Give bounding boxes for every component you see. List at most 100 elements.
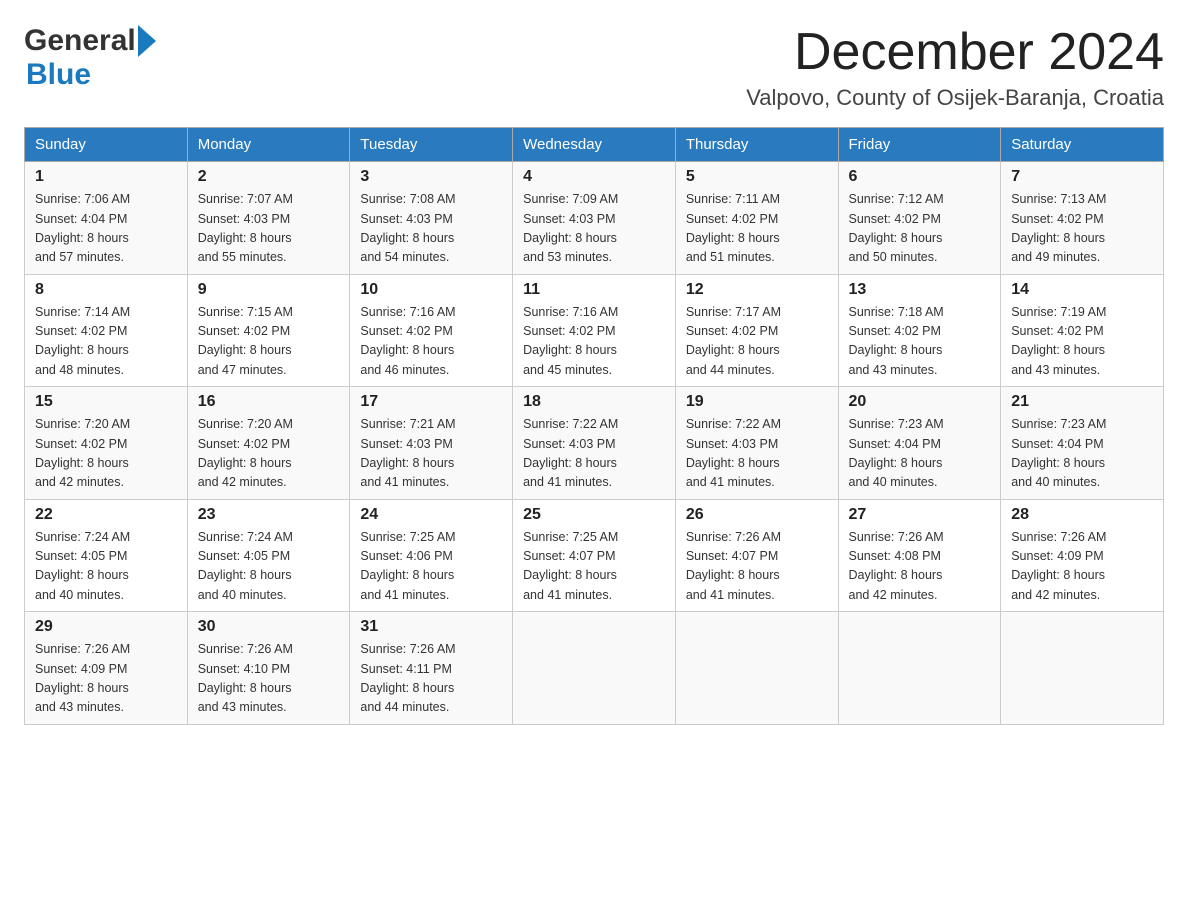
- day-number: 4: [523, 168, 665, 186]
- calendar-cell: 18 Sunrise: 7:22 AM Sunset: 4:03 PM Dayl…: [513, 387, 676, 500]
- day-info: Sunrise: 7:11 AM Sunset: 4:02 PM Dayligh…: [686, 190, 828, 268]
- calendar-cell: 7 Sunrise: 7:13 AM Sunset: 4:02 PM Dayli…: [1001, 162, 1164, 275]
- logo-general-text: General: [24, 24, 136, 58]
- day-info: Sunrise: 7:26 AM Sunset: 4:09 PM Dayligh…: [35, 640, 177, 718]
- calendar-cell: 30 Sunrise: 7:26 AM Sunset: 4:10 PM Dayl…: [187, 612, 350, 725]
- calendar-cell: [513, 612, 676, 725]
- calendar-cell: 12 Sunrise: 7:17 AM Sunset: 4:02 PM Dayl…: [675, 274, 838, 387]
- calendar-cell: 25 Sunrise: 7:25 AM Sunset: 4:07 PM Dayl…: [513, 499, 676, 612]
- calendar-cell: 16 Sunrise: 7:20 AM Sunset: 4:02 PM Dayl…: [187, 387, 350, 500]
- day-info: Sunrise: 7:24 AM Sunset: 4:05 PM Dayligh…: [198, 528, 340, 606]
- day-number: 16: [198, 393, 340, 411]
- day-info: Sunrise: 7:14 AM Sunset: 4:02 PM Dayligh…: [35, 303, 177, 381]
- calendar-cell: 5 Sunrise: 7:11 AM Sunset: 4:02 PM Dayli…: [675, 162, 838, 275]
- day-info: Sunrise: 7:08 AM Sunset: 4:03 PM Dayligh…: [360, 190, 502, 268]
- week-row-5: 29 Sunrise: 7:26 AM Sunset: 4:09 PM Dayl…: [25, 612, 1164, 725]
- day-info: Sunrise: 7:13 AM Sunset: 4:02 PM Dayligh…: [1011, 190, 1153, 268]
- day-number: 13: [849, 281, 991, 299]
- day-number: 31: [360, 618, 502, 636]
- day-info: Sunrise: 7:22 AM Sunset: 4:03 PM Dayligh…: [686, 415, 828, 493]
- day-number: 14: [1011, 281, 1153, 299]
- calendar-cell: 22 Sunrise: 7:24 AM Sunset: 4:05 PM Dayl…: [25, 499, 188, 612]
- calendar-cell: 24 Sunrise: 7:25 AM Sunset: 4:06 PM Dayl…: [350, 499, 513, 612]
- day-info: Sunrise: 7:25 AM Sunset: 4:06 PM Dayligh…: [360, 528, 502, 606]
- day-number: 20: [849, 393, 991, 411]
- calendar-cell: 17 Sunrise: 7:21 AM Sunset: 4:03 PM Dayl…: [350, 387, 513, 500]
- day-number: 21: [1011, 393, 1153, 411]
- day-number: 6: [849, 168, 991, 186]
- day-number: 30: [198, 618, 340, 636]
- calendar-cell: [675, 612, 838, 725]
- day-info: Sunrise: 7:16 AM Sunset: 4:02 PM Dayligh…: [523, 303, 665, 381]
- day-number: 17: [360, 393, 502, 411]
- day-number: 25: [523, 506, 665, 524]
- calendar-cell: 27 Sunrise: 7:26 AM Sunset: 4:08 PM Dayl…: [838, 499, 1001, 612]
- day-info: Sunrise: 7:07 AM Sunset: 4:03 PM Dayligh…: [198, 190, 340, 268]
- weekday-header-sunday: Sunday: [25, 128, 188, 162]
- day-info: Sunrise: 7:23 AM Sunset: 4:04 PM Dayligh…: [1011, 415, 1153, 493]
- day-info: Sunrise: 7:26 AM Sunset: 4:09 PM Dayligh…: [1011, 528, 1153, 606]
- calendar-cell: 23 Sunrise: 7:24 AM Sunset: 4:05 PM Dayl…: [187, 499, 350, 612]
- day-number: 18: [523, 393, 665, 411]
- calendar-cell: 1 Sunrise: 7:06 AM Sunset: 4:04 PM Dayli…: [25, 162, 188, 275]
- day-number: 27: [849, 506, 991, 524]
- day-number: 7: [1011, 168, 1153, 186]
- day-info: Sunrise: 7:25 AM Sunset: 4:07 PM Dayligh…: [523, 528, 665, 606]
- day-number: 1: [35, 168, 177, 186]
- weekday-header-row: SundayMondayTuesdayWednesdayThursdayFrid…: [25, 128, 1164, 162]
- weekday-header-thursday: Thursday: [675, 128, 838, 162]
- day-info: Sunrise: 7:26 AM Sunset: 4:11 PM Dayligh…: [360, 640, 502, 718]
- calendar-cell: 21 Sunrise: 7:23 AM Sunset: 4:04 PM Dayl…: [1001, 387, 1164, 500]
- calendar-cell: 10 Sunrise: 7:16 AM Sunset: 4:02 PM Dayl…: [350, 274, 513, 387]
- calendar-cell: 9 Sunrise: 7:15 AM Sunset: 4:02 PM Dayli…: [187, 274, 350, 387]
- day-number: 28: [1011, 506, 1153, 524]
- month-title: December 2024: [746, 24, 1164, 81]
- day-number: 3: [360, 168, 502, 186]
- calendar-cell: 20 Sunrise: 7:23 AM Sunset: 4:04 PM Dayl…: [838, 387, 1001, 500]
- calendar-cell: 14 Sunrise: 7:19 AM Sunset: 4:02 PM Dayl…: [1001, 274, 1164, 387]
- day-info: Sunrise: 7:26 AM Sunset: 4:08 PM Dayligh…: [849, 528, 991, 606]
- calendar-cell: 6 Sunrise: 7:12 AM Sunset: 4:02 PM Dayli…: [838, 162, 1001, 275]
- weekday-header-friday: Friday: [838, 128, 1001, 162]
- day-info: Sunrise: 7:22 AM Sunset: 4:03 PM Dayligh…: [523, 415, 665, 493]
- calendar-cell: 13 Sunrise: 7:18 AM Sunset: 4:02 PM Dayl…: [838, 274, 1001, 387]
- logo: General Blue: [24, 24, 156, 92]
- week-row-4: 22 Sunrise: 7:24 AM Sunset: 4:05 PM Dayl…: [25, 499, 1164, 612]
- day-info: Sunrise: 7:16 AM Sunset: 4:02 PM Dayligh…: [360, 303, 502, 381]
- day-info: Sunrise: 7:26 AM Sunset: 4:10 PM Dayligh…: [198, 640, 340, 718]
- calendar-cell: [1001, 612, 1164, 725]
- day-number: 9: [198, 281, 340, 299]
- day-number: 5: [686, 168, 828, 186]
- logo-blue-text: Blue: [26, 58, 91, 91]
- calendar-cell: 2 Sunrise: 7:07 AM Sunset: 4:03 PM Dayli…: [187, 162, 350, 275]
- week-row-3: 15 Sunrise: 7:20 AM Sunset: 4:02 PM Dayl…: [25, 387, 1164, 500]
- day-info: Sunrise: 7:17 AM Sunset: 4:02 PM Dayligh…: [686, 303, 828, 381]
- weekday-header-monday: Monday: [187, 128, 350, 162]
- logo-arrow-icon: [138, 25, 156, 57]
- weekday-header-saturday: Saturday: [1001, 128, 1164, 162]
- day-info: Sunrise: 7:12 AM Sunset: 4:02 PM Dayligh…: [849, 190, 991, 268]
- calendar-table: SundayMondayTuesdayWednesdayThursdayFrid…: [24, 127, 1164, 725]
- day-number: 24: [360, 506, 502, 524]
- day-info: Sunrise: 7:20 AM Sunset: 4:02 PM Dayligh…: [35, 415, 177, 493]
- day-info: Sunrise: 7:18 AM Sunset: 4:02 PM Dayligh…: [849, 303, 991, 381]
- day-info: Sunrise: 7:26 AM Sunset: 4:07 PM Dayligh…: [686, 528, 828, 606]
- calendar-cell: [838, 612, 1001, 725]
- week-row-2: 8 Sunrise: 7:14 AM Sunset: 4:02 PM Dayli…: [25, 274, 1164, 387]
- calendar-cell: 15 Sunrise: 7:20 AM Sunset: 4:02 PM Dayl…: [25, 387, 188, 500]
- day-info: Sunrise: 7:23 AM Sunset: 4:04 PM Dayligh…: [849, 415, 991, 493]
- calendar-cell: 4 Sunrise: 7:09 AM Sunset: 4:03 PM Dayli…: [513, 162, 676, 275]
- calendar-cell: 26 Sunrise: 7:26 AM Sunset: 4:07 PM Dayl…: [675, 499, 838, 612]
- day-info: Sunrise: 7:15 AM Sunset: 4:02 PM Dayligh…: [198, 303, 340, 381]
- day-info: Sunrise: 7:09 AM Sunset: 4:03 PM Dayligh…: [523, 190, 665, 268]
- calendar-cell: 19 Sunrise: 7:22 AM Sunset: 4:03 PM Dayl…: [675, 387, 838, 500]
- calendar-cell: 28 Sunrise: 7:26 AM Sunset: 4:09 PM Dayl…: [1001, 499, 1164, 612]
- calendar-cell: 3 Sunrise: 7:08 AM Sunset: 4:03 PM Dayli…: [350, 162, 513, 275]
- day-number: 22: [35, 506, 177, 524]
- day-info: Sunrise: 7:06 AM Sunset: 4:04 PM Dayligh…: [35, 190, 177, 268]
- day-number: 23: [198, 506, 340, 524]
- day-number: 15: [35, 393, 177, 411]
- day-number: 19: [686, 393, 828, 411]
- location-title: Valpovo, County of Osijek-Baranja, Croat…: [746, 85, 1164, 111]
- day-number: 10: [360, 281, 502, 299]
